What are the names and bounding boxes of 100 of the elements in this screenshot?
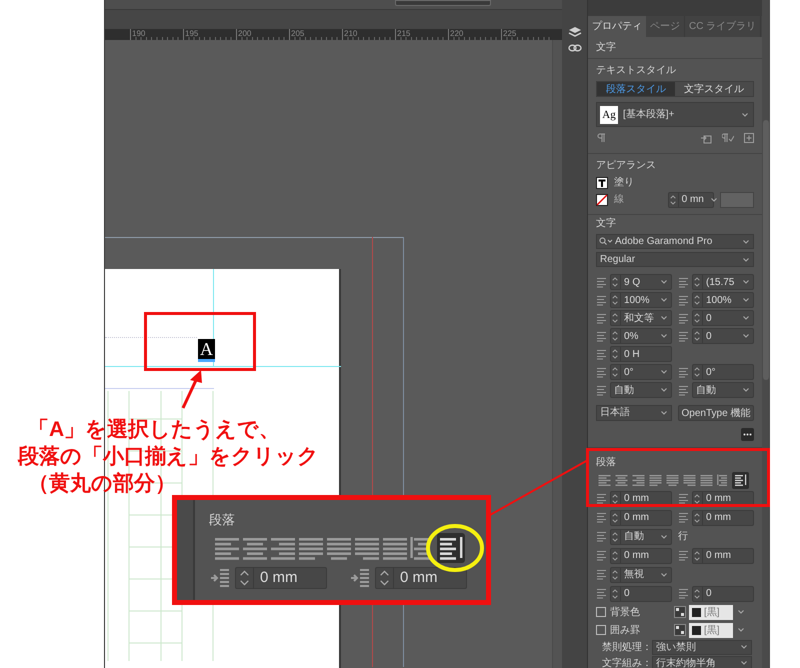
- chevron-down-icon[interactable]: [660, 315, 668, 321]
- spinner-icon[interactable]: [611, 492, 621, 506]
- alignment-button[interactable]: [437, 533, 465, 563]
- paragraph-mark-icon[interactable]: [596, 133, 607, 143]
- number-field[interactable]: 0: [692, 310, 754, 326]
- spinner-icon[interactable]: [611, 365, 621, 379]
- spinner-icon[interactable]: [693, 510, 703, 524]
- number-field[interactable]: 100%: [692, 292, 754, 308]
- chevron-down-icon[interactable]: [737, 609, 745, 615]
- number-field[interactable]: 0 mn: [668, 192, 714, 208]
- fill-icon[interactable]: [596, 176, 608, 188]
- number-field[interactable]: 0 mm: [375, 567, 467, 589]
- chevron-down-icon[interactable]: [660, 297, 668, 303]
- number-field[interactable]: 無視: [610, 566, 672, 582]
- spinner-icon[interactable]: [611, 510, 621, 524]
- chevron-down-icon[interactable]: [660, 410, 668, 416]
- dropdown-field[interactable]: 自動: [692, 382, 754, 398]
- number-field[interactable]: 和文等: [610, 310, 672, 326]
- panel-tab[interactable]: プロパティ: [588, 16, 646, 37]
- spinner-icon[interactable]: [693, 293, 703, 307]
- spinner-icon[interactable]: [693, 329, 703, 343]
- number-field[interactable]: 0°: [610, 364, 672, 380]
- chevron-down-icon[interactable]: [742, 297, 750, 303]
- dropdown-field[interactable]: 強い禁則: [652, 640, 752, 654]
- dropdown-field[interactable]: 行末約物半角: [652, 656, 752, 668]
- chevron-down-icon[interactable]: [660, 387, 668, 393]
- chevron-down-icon[interactable]: [660, 333, 668, 339]
- swatch-grid-icon[interactable]: [674, 624, 686, 636]
- number-field[interactable]: 9 Q: [610, 274, 672, 290]
- number-field[interactable]: 自動: [610, 528, 672, 544]
- clear-overrides-icon[interactable]: [722, 133, 734, 143]
- chevron-down-icon[interactable]: [740, 660, 748, 666]
- checkbox[interactable]: [596, 607, 606, 617]
- checkbox[interactable]: [596, 625, 606, 635]
- chevron-down-icon[interactable]: [660, 534, 668, 540]
- opentype-button[interactable]: OpenType 機能: [678, 404, 754, 420]
- number-field[interactable]: 0 mm: [692, 548, 754, 564]
- spinner-icon[interactable]: [611, 568, 621, 582]
- chevron-down-icon[interactable]: [742, 315, 750, 321]
- swatch-grid-icon[interactable]: [674, 606, 686, 618]
- chevron-down-icon[interactable]: [710, 196, 718, 202]
- spinner-icon[interactable]: [693, 311, 703, 325]
- font-style-dropdown[interactable]: Regular: [596, 252, 754, 267]
- spinner-icon[interactable]: [611, 586, 621, 600]
- copy-style-icon[interactable]: [700, 132, 712, 144]
- toolbar-field[interactable]: [395, 0, 491, 6]
- spinner-icon[interactable]: [693, 492, 703, 506]
- language-dropdown[interactable]: 日本語: [596, 404, 672, 420]
- chevron-down-icon[interactable]: [660, 572, 668, 578]
- chevron-down-icon[interactable]: [660, 279, 668, 285]
- number-field[interactable]: 0 H: [610, 346, 672, 362]
- number-field[interactable]: 0%: [610, 328, 672, 344]
- spinner-icon[interactable]: [611, 311, 621, 325]
- dropdown-field[interactable]: 自動: [610, 382, 672, 398]
- spinner-icon[interactable]: [611, 275, 621, 289]
- chevron-down-icon[interactable]: [742, 387, 750, 393]
- spinner-icon[interactable]: [693, 586, 703, 600]
- color-swatch-dropdown[interactable]: [黒]: [689, 622, 733, 638]
- scrollbar-thumb[interactable]: [763, 120, 769, 380]
- number-field[interactable]: 0°: [692, 364, 754, 380]
- spinner-icon[interactable]: [611, 329, 621, 343]
- font-family-dropdown[interactable]: Adobe Garamond Pro: [596, 234, 754, 249]
- style-mode-tab[interactable]: 段落スタイル: [597, 82, 675, 96]
- chevron-down-icon[interactable]: [660, 369, 668, 375]
- number-field[interactable]: 0 mm: [235, 567, 327, 589]
- spinner-icon[interactable]: [693, 365, 703, 379]
- new-style-icon[interactable]: [744, 133, 754, 143]
- more-options-icon[interactable]: [741, 428, 754, 441]
- chevron-down-icon[interactable]: [742, 256, 750, 262]
- number-field[interactable]: (15.75: [692, 274, 754, 290]
- selected-character[interactable]: A: [198, 339, 215, 362]
- spinner-icon[interactable]: [611, 293, 621, 307]
- panel-scrollbar[interactable]: [762, 0, 770, 668]
- style-mode-tab[interactable]: 文字スタイル: [675, 82, 753, 96]
- color-swatch-dropdown[interactable]: [黒]: [689, 604, 733, 620]
- alignment-button[interactable]: [732, 472, 749, 488]
- number-field[interactable]: 0 mm: [610, 548, 672, 564]
- links-icon[interactable]: [568, 44, 582, 52]
- no-stroke-icon[interactable]: [596, 194, 608, 206]
- spinner-icon[interactable]: [611, 530, 621, 544]
- spinner-icon[interactable]: [611, 347, 621, 361]
- style-dropdown[interactable]: Ag [基本段落]+: [596, 102, 754, 127]
- search-icon[interactable]: [599, 237, 613, 246]
- number-field[interactable]: 0 mm: [692, 510, 754, 526]
- chevron-down-icon[interactable]: [742, 333, 750, 339]
- chevron-down-icon[interactable]: [742, 279, 750, 285]
- canvas-scrollbar[interactable]: [552, 40, 562, 668]
- spinner-icon[interactable]: [611, 548, 621, 562]
- number-field[interactable]: 100%: [610, 292, 672, 308]
- number-field[interactable]: 0 mm: [610, 510, 672, 526]
- chevron-down-icon[interactable]: [742, 238, 750, 244]
- spinner-icon[interactable]: [668, 192, 679, 206]
- number-field[interactable]: 0: [692, 328, 754, 344]
- chevron-down-icon[interactable]: [741, 112, 749, 118]
- chevron-down-icon[interactable]: [740, 644, 748, 650]
- layers-icon[interactable]: [568, 26, 582, 38]
- spinner-icon[interactable]: [693, 275, 703, 289]
- number-field[interactable]: 0: [610, 586, 672, 602]
- chevron-down-icon[interactable]: [737, 627, 745, 633]
- number-field[interactable]: 0: [692, 586, 754, 602]
